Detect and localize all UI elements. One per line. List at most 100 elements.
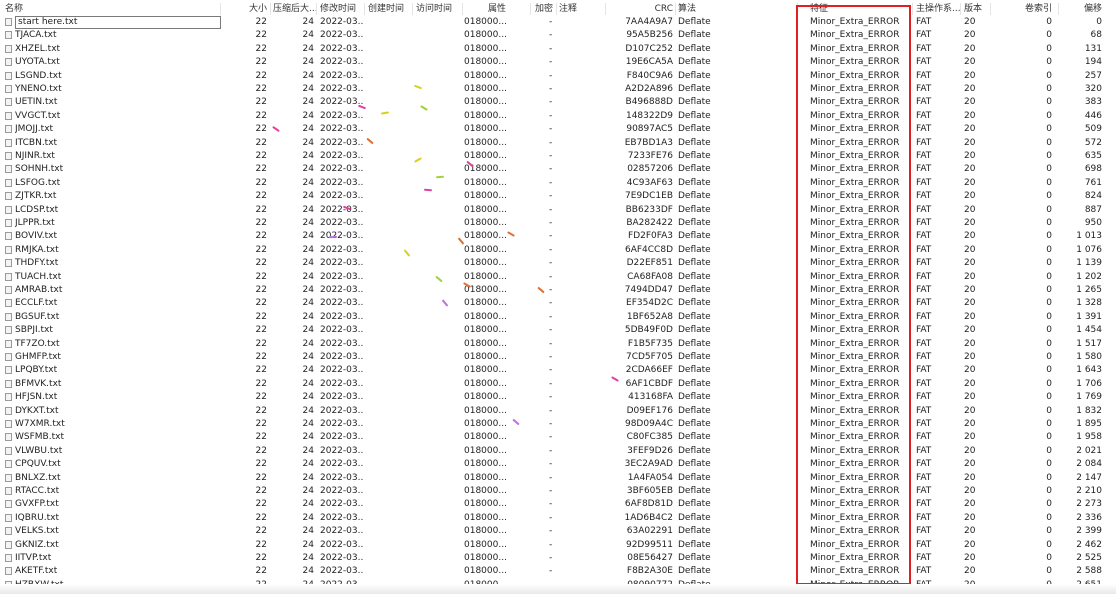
file-row[interactable]: TUACH.txt 22 24 2022-03... 018000... - C… [0, 271, 1116, 284]
column-header-modified[interactable]: 修改时间 [320, 3, 356, 15]
column-divider[interactable] [316, 3, 317, 15]
file-row[interactable]: JMOJJ.txt 22 24 2022-03... 018000... - 9… [0, 123, 1116, 136]
column-divider[interactable] [462, 3, 463, 15]
file-row[interactable]: SBPJI.txt 22 24 2022-03... 018000... - 5… [0, 324, 1116, 337]
column-header-encrypted[interactable]: 加密 [535, 3, 553, 15]
host-os-value: FAT [916, 298, 932, 309]
column-header-method[interactable]: 算法 [678, 3, 696, 15]
offset-value: 131 [1084, 43, 1102, 54]
method-value: Deflate [678, 392, 711, 403]
modified-time: 2022-03... [320, 97, 364, 108]
file-row[interactable]: VELKS.txt 22 24 2022-03... 018000... - 6… [0, 525, 1116, 538]
file-row[interactable]: AKETF.txt 22 24 2022-03... 018000... - F… [0, 565, 1116, 578]
column-header-packed-size[interactable]: 压缩后大... [273, 3, 318, 15]
file-row[interactable]: VLWBU.txt 22 24 2022-03... 018000... - 3… [0, 445, 1116, 458]
file-row[interactable]: TF7ZO.txt 22 24 2022-03... 018000... - F… [0, 338, 1116, 351]
column-divider[interactable] [364, 3, 365, 15]
column-header-crc[interactable]: CRC [608, 3, 673, 15]
file-row[interactable]: IQBRU.txt 22 24 2022-03... 018000... - 1… [0, 512, 1116, 525]
file-row[interactable]: LSGND.txt 22 24 2022-03... 018000... - F… [0, 70, 1116, 83]
file-row[interactable]: W7XMR.txt 22 24 2022-03... 018000... - 9… [0, 418, 1116, 431]
file-size: 22 [255, 539, 267, 550]
column-header-name[interactable]: 名称 [5, 3, 23, 15]
attributes-value: 018000... [464, 311, 506, 322]
file-row[interactable]: VVGCT.txt 22 24 2022-03... 018000... - 1… [0, 110, 1116, 123]
column-header-size[interactable]: 大小 [222, 3, 267, 15]
column-header-created[interactable]: 创建时间 [368, 3, 404, 15]
file-row[interactable]: RMJKA.txt 22 24 2022-03... 018000... - 6… [0, 244, 1116, 257]
file-row[interactable]: LPQBY.txt 22 24 2022-03... 018000... - 2… [0, 364, 1116, 377]
file-row[interactable]: UETIN.txt 22 24 2022-03... 018000... - B… [0, 96, 1116, 109]
file-name: TJACA.txt [15, 30, 57, 41]
modified-time: 2022-03... [320, 17, 364, 27]
file-row[interactable]: DYKXT.txt 22 24 2022-03... 018000... - D… [0, 405, 1116, 418]
file-row[interactable]: BFMVK.txt 22 24 2022-03... 018000... - 6… [0, 378, 1116, 391]
column-divider[interactable] [960, 3, 961, 15]
file-size: 22 [255, 124, 267, 135]
file-list[interactable]: start here.txt 22 24 2022-03... 018000..… [0, 16, 1116, 594]
host-os-value: FAT [916, 191, 932, 202]
file-row[interactable]: NJINR.txt 22 24 2022-03... 018000... - 7… [0, 150, 1116, 163]
file-row[interactable]: ECCLF.txt 22 24 2022-03... 018000... - E… [0, 297, 1116, 310]
file-row[interactable]: HFJSN.txt 22 24 2022-03... 018000... - 4… [0, 391, 1116, 404]
column-header-version[interactable]: 版本 [964, 3, 982, 15]
file-row[interactable]: GHMFP.txt 22 24 2022-03... 018000... - 7… [0, 351, 1116, 364]
file-row[interactable]: IITVP.txt 22 24 2022-03... 018000... - 0… [0, 552, 1116, 565]
column-divider[interactable] [675, 3, 676, 15]
version-value: 20 [964, 512, 976, 523]
file-row[interactable]: GKNIZ.txt 22 24 2022-03... 018000... - 9… [0, 539, 1116, 552]
file-row[interactable]: UYOTA.txt 22 24 2022-03... 018000... - 1… [0, 56, 1116, 69]
host-os-value: FAT [916, 512, 932, 523]
file-row[interactable]: SOHNH.txt 22 24 2022-03... 018000... - 0… [0, 163, 1116, 176]
column-divider[interactable] [412, 3, 413, 15]
file-row[interactable]: WSFMB.txt 22 24 2022-03... 018000... - C… [0, 431, 1116, 444]
column-header-comment[interactable]: 注释 [559, 3, 577, 15]
host-os-value: FAT [916, 177, 932, 188]
column-divider[interactable] [556, 3, 557, 15]
file-row[interactable]: CPQUV.txt 22 24 2022-03... 018000... - 3… [0, 458, 1116, 471]
column-divider[interactable] [605, 3, 606, 15]
file-row[interactable]: TJACA.txt 22 24 2022-03... 018000... - 9… [0, 29, 1116, 42]
version-value: 20 [964, 419, 976, 429]
file-row[interactable]: BNLXZ.txt 22 24 2022-03... 018000... - 1… [0, 472, 1116, 485]
file-row[interactable]: AMRAB.txt 22 24 2022-03... 018000... - 7… [0, 284, 1116, 297]
column-header-attributes[interactable]: 属性 [464, 3, 506, 15]
volume-index-value: 0 [1046, 97, 1052, 108]
file-row[interactable]: ZJTKR.txt 22 24 2022-03... 018000... - 7… [0, 190, 1116, 203]
file-row[interactable]: BOVIV.txt 22 24 2022-03... 018000... - F… [0, 230, 1116, 243]
offset-value: 1 391 [1076, 311, 1102, 322]
column-header-volume-index[interactable]: 卷索引 [1010, 3, 1052, 15]
column-divider[interactable] [220, 3, 221, 15]
column-header-host-os[interactable]: 主操作系... [916, 3, 961, 15]
file-row[interactable]: THDFY.txt 22 24 2022-03... 018000... - D… [0, 257, 1116, 270]
file-row[interactable]: ITCBN.txt 22 24 2022-03... 018000... - E… [0, 137, 1116, 150]
file-row[interactable]: GVXFP.txt 22 24 2022-03... 018000... - 6… [0, 498, 1116, 511]
file-row[interactable]: LCDSP.txt 22 24 2022-03... 018000... - B… [0, 204, 1116, 217]
file-row[interactable]: JLPPR.txt 22 24 2022-03... 018000... - B… [0, 217, 1116, 230]
file-row[interactable]: start here.txt 22 24 2022-03... 018000..… [0, 16, 1116, 29]
file-row[interactable]: XHZEL.txt 22 24 2022-03... 018000... - D… [0, 43, 1116, 56]
column-divider[interactable] [1058, 3, 1059, 15]
file-row[interactable]: YNENO.txt 22 24 2022-03... 018000... - A… [0, 83, 1116, 96]
offset-value: 68 [1090, 30, 1102, 41]
method-value: Deflate [678, 378, 711, 389]
host-os-value: FAT [916, 472, 932, 483]
file-name: VLWBU.txt [15, 445, 63, 456]
column-divider[interactable] [912, 3, 913, 15]
crc-value: B496888D [625, 97, 673, 108]
attributes-value: 018000... [464, 539, 506, 550]
file-row[interactable]: RTACC.txt 22 24 2022-03... 018000... - 3… [0, 485, 1116, 498]
column-divider[interactable] [270, 3, 271, 15]
column-divider[interactable] [530, 3, 531, 15]
volume-index-value: 0 [1046, 378, 1052, 389]
horizontal-scrollbar[interactable] [0, 584, 1116, 594]
column-divider[interactable] [990, 3, 991, 15]
file-row[interactable]: LSFOG.txt 22 24 2022-03... 018000... - 4… [0, 177, 1116, 190]
column-header-accessed[interactable]: 访问时间 [416, 3, 452, 15]
column-header-offset[interactable]: 偏移 [1062, 3, 1102, 15]
host-os-value: FAT [916, 499, 932, 510]
crc-value: 1AD6B4C2 [624, 512, 673, 523]
file-size: 22 [255, 472, 267, 483]
method-value: Deflate [678, 539, 711, 550]
file-row[interactable]: BGSUF.txt 22 24 2022-03... 018000... - 1… [0, 311, 1116, 324]
